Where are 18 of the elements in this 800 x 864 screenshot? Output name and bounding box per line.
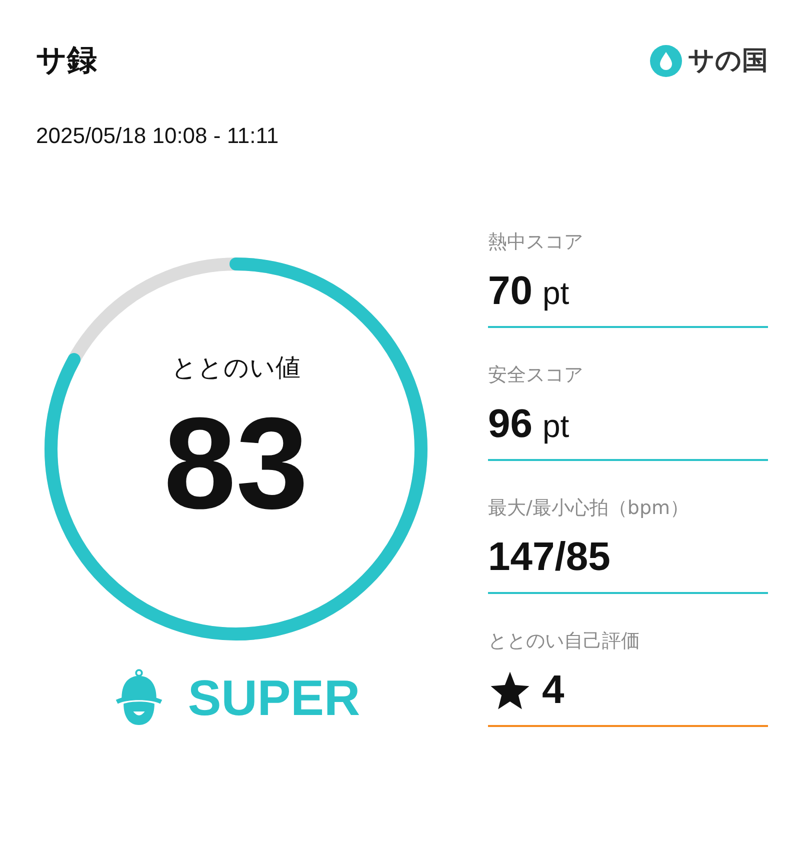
stat-label: 熱中スコア xyxy=(488,230,584,255)
star-icon xyxy=(488,670,532,712)
stat-value: 96 xyxy=(488,402,532,447)
stat-label: 最大/最小心拍（bpm） xyxy=(488,496,690,521)
time-range: 2025/05/18 10:08 - 11:11 xyxy=(36,123,280,149)
gauge-label: ととのい値 xyxy=(172,352,300,384)
stat-value: 4 xyxy=(542,668,564,713)
stat-value: 70 xyxy=(488,269,532,314)
page-title: サ録 xyxy=(36,42,97,80)
gauge-value: 83 xyxy=(164,398,308,528)
logo-text: サの国 xyxy=(688,45,768,78)
stat-unit: pt xyxy=(542,408,570,445)
drop-icon xyxy=(650,44,682,76)
stat-label: 安全スコア xyxy=(488,363,584,388)
stat-value: 147/85 xyxy=(488,535,610,580)
stat-unit: pt xyxy=(542,275,570,312)
rank-label: SUPER xyxy=(188,669,360,727)
stat-label: ととのい自己評価 xyxy=(488,629,641,654)
